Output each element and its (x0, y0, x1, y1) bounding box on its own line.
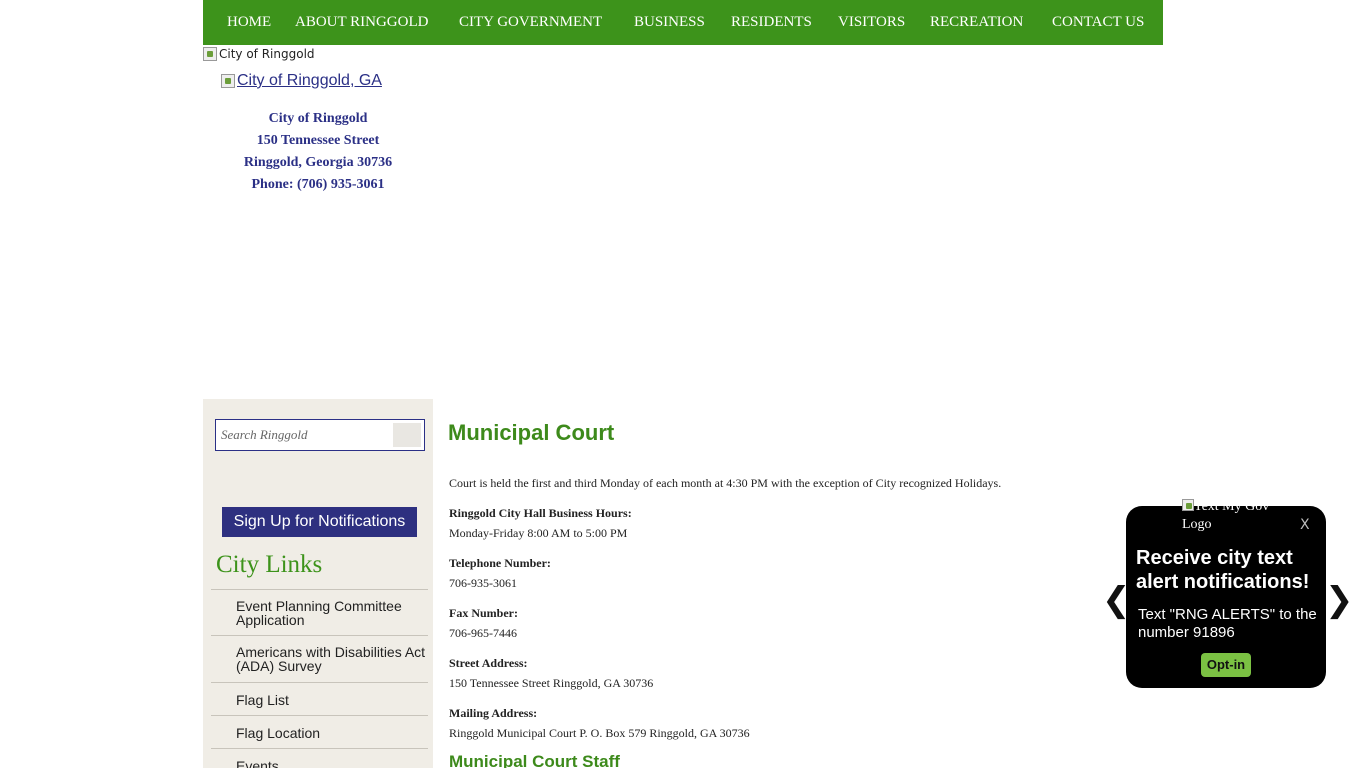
search-button[interactable] (393, 423, 421, 447)
nav-recreation[interactable]: RECREATION (930, 0, 1023, 45)
nav-about-ringgold[interactable]: ABOUT RINGGOLD (295, 0, 428, 45)
address-phone: Phone: (706) 935-3061 (251, 177, 385, 192)
hours-value: Monday-Friday 8:00 AM to 5:00 PM (449, 526, 628, 540)
sidebar-link-label: Flag List (236, 692, 289, 708)
nav-home[interactable]: HOME (227, 0, 271, 45)
sidebar-link-ada-survey[interactable]: Americans with Disabilities Act (ADA) Su… (211, 636, 428, 683)
textmygov-logo: Text My Gov Logo (1182, 498, 1272, 534)
popup-body: Text "RNG ALERTS" to the number 91896 (1138, 606, 1317, 641)
street-address-label: Street Address: (449, 656, 528, 670)
search-box (215, 419, 425, 451)
site-logo-alt: City of Ringgold, GA (237, 72, 382, 89)
sidebar-link-label: Americans with Disabilities Act (ADA) Su… (236, 644, 426, 674)
sign-up-notifications-button[interactable]: Sign Up for Notifications (222, 507, 417, 537)
sidebar-link-events[interactable]: Events (211, 749, 428, 768)
mailing-address-label: Mailing Address: (449, 706, 538, 720)
court-staff-heading: Municipal Court Staff (449, 752, 620, 768)
address-city: Ringgold, Georgia 30736 (243, 155, 393, 170)
popup-next-arrow-icon[interactable]: ❯ (1325, 578, 1354, 622)
top-nav: HOME ABOUT RINGGOLD CITY GOVERNMENT BUSI… (203, 0, 1163, 45)
nav-visitors[interactable]: VISITORS (838, 0, 905, 45)
street-address-value: 150 Tennessee Street Ringgold, GA 30736 (449, 676, 654, 690)
sidebar-link-event-planning[interactable]: Event Planning Committee Application (211, 589, 428, 636)
nav-business[interactable]: BUSINESS (634, 0, 705, 45)
nav-city-government[interactable]: CITY GOVERNMENT (459, 0, 602, 45)
sidebar-link-label: Flag Location (236, 725, 321, 741)
fax-value: 706-965-7446 (449, 626, 517, 640)
banner-image: City of Ringgold (203, 47, 315, 61)
page-title: Municipal Court (448, 420, 615, 445)
city-links-heading: City Links (216, 551, 323, 578)
fax-label: Fax Number: (449, 606, 518, 620)
nav-residents[interactable]: RESIDENTS (731, 0, 812, 45)
mailing-address-value: Ringgold Municipal Court P. O. Box 579 R… (449, 726, 750, 740)
address-street: 150 Tennessee Street (256, 133, 380, 148)
sidebar-link-flag-list[interactable]: Flag List (211, 683, 428, 716)
hours-label: Ringgold City Hall Business Hours: (449, 506, 632, 520)
opt-in-button[interactable]: Opt-in (1201, 653, 1251, 677)
sidebar-link-label: Event Planning Committee Application (236, 598, 402, 628)
court-schedule-text: Court is held the first and third Monday… (449, 476, 1002, 490)
popup-close-button[interactable]: X (1300, 517, 1310, 533)
phone-value: 706-935-3061 (449, 576, 517, 590)
broken-image-icon (1182, 499, 1194, 511)
address-name: City of Ringgold (268, 111, 368, 126)
sidebar: Sign Up for Notifications City Links Eve… (203, 399, 433, 768)
text-alert-popup: Text My Gov Logo X Receive city text ale… (1126, 499, 1326, 688)
phone-label: Telephone Number: (449, 556, 551, 570)
popup-heading: Receive city text alert notifications! (1136, 547, 1310, 593)
sidebar-link-label: Events (236, 758, 279, 768)
city-address: City of Ringgold 150 Tennessee Street Ri… (203, 108, 433, 196)
sidebar-link-flag-location[interactable]: Flag Location (211, 716, 428, 749)
broken-image-icon (221, 74, 235, 88)
site-logo-link[interactable]: City of Ringgold, GA (221, 72, 382, 90)
search-input[interactable] (216, 420, 391, 450)
banner-image-alt: City of Ringgold (219, 47, 315, 61)
broken-image-icon (203, 47, 217, 61)
textmygov-logo-alt: Text My Gov Logo (1182, 499, 1270, 532)
nav-contact-us[interactable]: CONTACT US (1052, 0, 1144, 45)
